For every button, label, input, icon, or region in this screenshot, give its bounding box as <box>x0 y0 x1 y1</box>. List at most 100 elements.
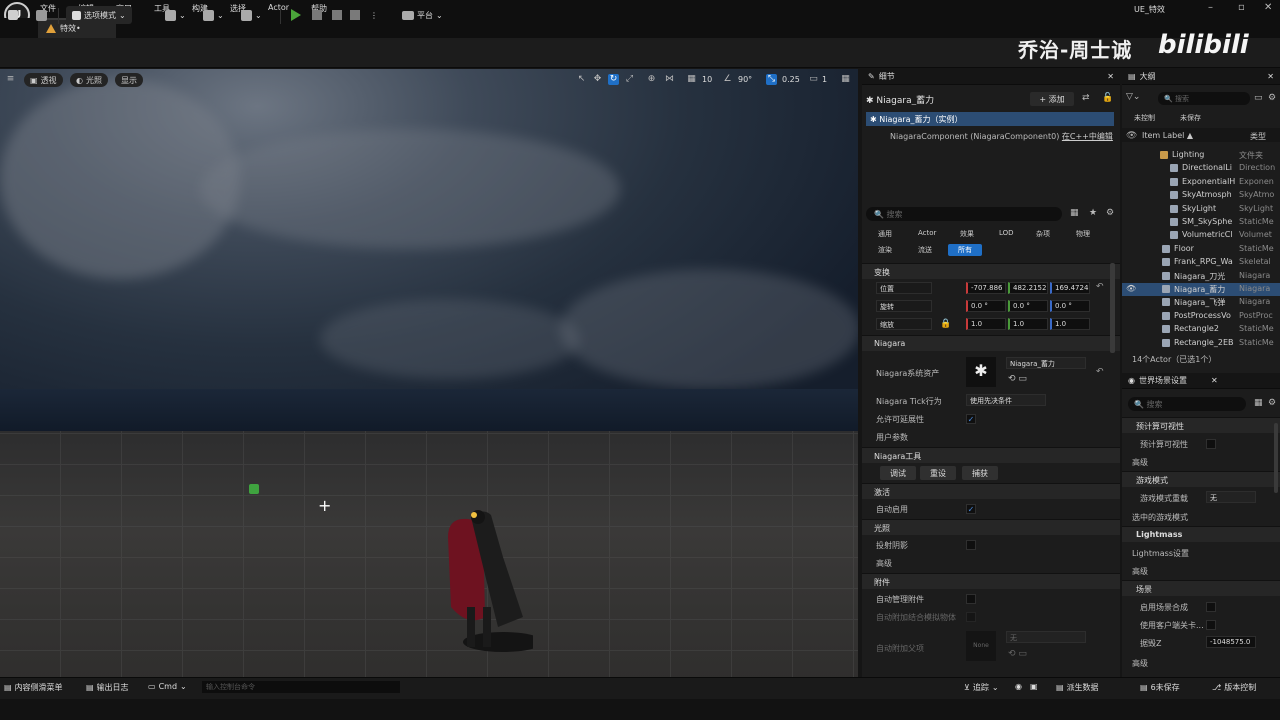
rotation-dropdown[interactable]: 旋转 <box>876 300 932 312</box>
section-niagara[interactable]: Niagara <box>862 335 1120 351</box>
auto-activate-checkbox[interactable]: ✓ <box>966 504 976 514</box>
cinematics-icon[interactable]: ⌄ <box>241 6 262 24</box>
actor-icon[interactable] <box>249 484 259 494</box>
filter-icon[interactable]: ▽⌄ <box>1126 92 1140 102</box>
rotate-icon[interactable]: ↻ <box>608 74 619 85</box>
outliner-row[interactable]: DirectionalLi Direction <box>1122 162 1280 175</box>
outliner-row[interactable]: Niagara_飞弹 Niagara <box>1122 296 1280 309</box>
maximize-icon[interactable]: ▫ <box>1238 2 1245 13</box>
camera-speed-value[interactable]: 1 <box>822 75 827 84</box>
world-space-icon[interactable]: ⊕ <box>646 74 657 85</box>
allow-scalability-checkbox[interactable]: ✓ <box>966 414 976 424</box>
close-icon[interactable]: ✕ <box>1267 72 1274 81</box>
rotation-y-field[interactable]: 0.0 ° <box>1008 300 1048 312</box>
content-browser-icon[interactable] <box>36 6 47 24</box>
outliner-row[interactable]: VolumetricCl Volumet <box>1122 229 1280 242</box>
reset-button[interactable]: 重设 <box>920 466 956 480</box>
section-game-mode[interactable]: 游戏模式 <box>1122 471 1280 487</box>
camera-speed-icon[interactable]: ▭ <box>808 74 819 85</box>
advanced-row[interactable]: 高级 <box>1128 656 1280 670</box>
component-instance-row[interactable]: ✱ Niagara_蓄力（实例） <box>866 112 1114 126</box>
column-type[interactable]: 类型 <box>1250 131 1266 142</box>
advanced-row[interactable]: 高级 <box>1128 455 1280 469</box>
cast-shadow-checkbox[interactable] <box>966 540 976 550</box>
lock-icon[interactable]: 🔒 <box>940 319 951 329</box>
client-level-checkbox[interactable] <box>1206 620 1216 630</box>
stop-icon[interactable] <box>332 6 342 24</box>
star-icon[interactable]: ★ <box>1089 208 1097 218</box>
scale-icon[interactable]: ⤢ <box>624 74 635 85</box>
category-physics[interactable]: 物理 <box>1070 228 1096 240</box>
rotation-x-field[interactable]: 0.0 ° <box>966 300 1006 312</box>
reset-icon[interactable]: ↶ <box>1096 282 1104 292</box>
location-x-field[interactable]: -707.886 <box>966 282 1006 294</box>
filter-uncontrolled[interactable]: 未控制 <box>1128 112 1161 124</box>
scale-z-field[interactable]: 1.0 <box>1050 318 1090 330</box>
play-options-icon[interactable]: ⋮ <box>370 6 378 24</box>
details-tab[interactable]: ✎ 细节 ✕ <box>862 69 1120 85</box>
selected-game-mode-row[interactable]: 选中的游戏模式 <box>1128 510 1280 524</box>
category-lod[interactable]: LOD <box>993 228 1020 240</box>
kill-z-field[interactable]: -1048575.0 <box>1206 636 1256 648</box>
scale-dropdown[interactable]: 缩放 <box>876 318 932 330</box>
world-scrollbar[interactable] <box>1274 423 1278 493</box>
scale-snap-icon[interactable]: ⤡ <box>766 74 777 85</box>
section-precomputed-visibility[interactable]: 预计算可视性 <box>1122 417 1280 433</box>
grid-snap-icon[interactable]: ▦ <box>686 74 697 85</box>
advanced-row[interactable]: 高级 <box>872 556 962 570</box>
section-world[interactable]: 场景 <box>1122 580 1280 596</box>
category-actor[interactable]: Actor <box>912 228 942 240</box>
camera-icon[interactable]: ▣ <box>1030 682 1038 691</box>
user-params-label[interactable]: 用户参数 <box>872 430 962 444</box>
reset-icon[interactable]: ↶ <box>1096 367 1104 377</box>
filter-unsaved[interactable]: 未保存 <box>1174 112 1207 124</box>
category-streaming[interactable]: 流送 <box>912 244 938 256</box>
lightmass-settings-row[interactable]: Lightmass设置 <box>1128 546 1280 560</box>
translate-icon[interactable]: ✥ <box>592 74 603 85</box>
outliner-row[interactable]: Rectangle_2EB StaticMe <box>1122 337 1280 350</box>
outliner-tab[interactable]: ▤ 大纲 ✕ <box>1122 69 1280 85</box>
section-lighting[interactable]: 光照 <box>862 519 1120 535</box>
auto-manage-checkbox[interactable] <box>966 594 976 604</box>
game-mode-dropdown[interactable]: 无 <box>1206 491 1256 503</box>
section-lightmass[interactable]: Lightmass <box>1122 526 1280 542</box>
unsaved-button[interactable]: ▤ 6未保存 <box>1140 682 1180 693</box>
surface-snap-icon[interactable]: ⋈ <box>664 74 675 85</box>
outliner-row[interactable]: Niagara_刀光 Niagara <box>1122 270 1280 283</box>
grid-view-icon[interactable]: ▦ <box>1070 208 1079 218</box>
grid-view-icon[interactable]: ▦ <box>1254 398 1263 408</box>
source-control-button[interactable]: ⎇ 版本控制 <box>1212 682 1256 693</box>
outliner-row[interactable]: SM_SkySphe StaticMe <box>1122 216 1280 229</box>
browse-icon[interactable]: ⟲ ▭ <box>1008 374 1027 384</box>
attach-parent-dropdown[interactable]: 无 <box>1006 631 1086 643</box>
browse-icon[interactable]: ⟲ ▭ <box>1008 649 1027 659</box>
column-item-label[interactable]: Item Label ▲ <box>1142 131 1193 140</box>
derived-data-button[interactable]: ▤ 派生数据 <box>1056 682 1099 693</box>
section-transform[interactable]: 变换 <box>862 263 1120 279</box>
outliner-row[interactable]: ExponentialH Exponen <box>1122 176 1280 189</box>
minimize-icon[interactable]: – <box>1208 2 1213 13</box>
add-actor-icon[interactable]: ⌄ <box>165 6 186 24</box>
outliner-row[interactable]: Floor StaticMe <box>1122 243 1280 256</box>
level-viewport[interactable]: + <box>0 69 858 677</box>
lit-button[interactable]: ◐ 光照 <box>70 73 108 87</box>
details-search-input[interactable]: 🔍 搜索 <box>866 207 1062 221</box>
details-scrollbar[interactable] <box>1110 263 1115 353</box>
section-activation[interactable]: 激活 <box>862 483 1120 499</box>
outliner-row[interactable]: SkyLight SkyLight <box>1122 203 1280 216</box>
outliner-row[interactable]: Lighting 文件夹 <box>1122 149 1280 162</box>
mode-dropdown[interactable]: 选项模式 ⌄ <box>66 6 132 24</box>
trace-dropdown[interactable]: ⊻ 追踪 ⌄ <box>964 682 999 693</box>
cmd-dropdown[interactable]: ▭ Cmd ⌄ <box>148 682 187 691</box>
save-icon[interactable] <box>8 6 18 24</box>
edit-in-cpp-link[interactable]: 在C++中编辑 <box>1062 132 1113 141</box>
show-button[interactable]: 显示 <box>115 73 143 87</box>
outliner-row[interactable]: SkyAtmosph SkyAtmo <box>1122 189 1280 202</box>
location-z-field[interactable]: 169.4724 <box>1050 282 1090 294</box>
advance-frame-icon[interactable] <box>312 6 322 24</box>
category-all[interactable]: 所有 <box>948 244 982 256</box>
blueprint-icon[interactable]: ⌄ <box>203 6 224 24</box>
category-misc[interactable]: 杂项 <box>1030 228 1056 240</box>
visibility-icon[interactable]: 👁 <box>1126 131 1137 141</box>
location-dropdown[interactable]: 位置 <box>876 282 932 294</box>
